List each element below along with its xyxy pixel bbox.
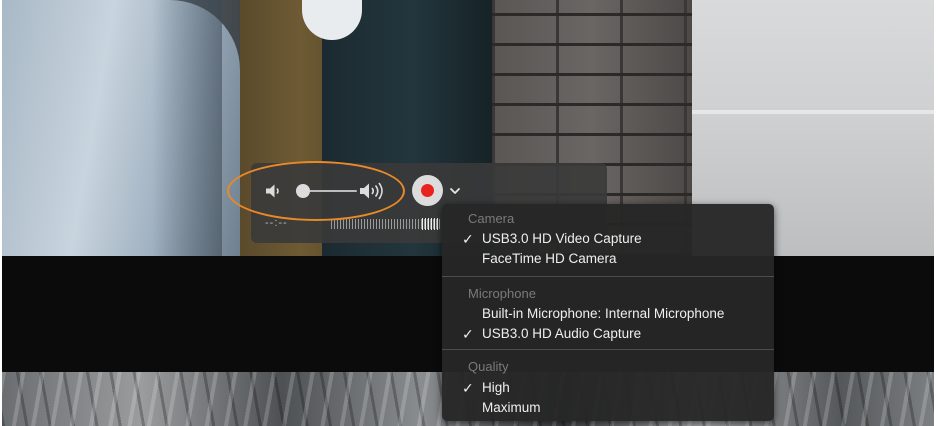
- menu-item-usb-video-capture[interactable]: ✓ USB3.0 HD Video Capture: [442, 229, 774, 249]
- menu-item-quality-high[interactable]: ✓ High: [442, 378, 774, 398]
- record-button[interactable]: [412, 175, 443, 206]
- recording-options-menu: Camera ✓ USB3.0 HD Video Capture FaceTim…: [442, 204, 774, 421]
- record-icon: [421, 184, 434, 197]
- menu-separator: [442, 349, 774, 350]
- menu-item-facetime-camera[interactable]: FaceTime HD Camera: [442, 249, 774, 269]
- quicktime-recording-window: --:-- Camera ✓ USB3.0 HD Video Capture F…: [0, 0, 938, 426]
- menu-item-label: Built-in Microphone: Internal Microphone: [482, 306, 725, 321]
- audio-level-peak: [422, 218, 438, 230]
- preview-coat-shadow: [152, 0, 222, 256]
- menu-separator: [442, 276, 774, 277]
- menu-item-builtin-microphone[interactable]: Built-in Microphone: Internal Microphone: [442, 304, 774, 324]
- menu-header-quality: Quality: [468, 359, 509, 374]
- menu-item-label: USB3.0 HD Audio Capture: [482, 326, 642, 341]
- menu-item-usb-audio-capture[interactable]: ✓ USB3.0 HD Audio Capture: [442, 324, 774, 344]
- menu-item-label: Maximum: [482, 400, 541, 415]
- preview-street-line: [692, 110, 934, 114]
- menu-header-camera: Camera: [468, 211, 515, 226]
- chevron-down-icon[interactable]: [449, 186, 461, 196]
- menu-header-microphone: Microphone: [468, 286, 536, 301]
- menu-item-label: High: [482, 380, 510, 395]
- annotation-highlight-ring: [227, 161, 405, 221]
- checkmark-icon: ✓: [462, 380, 474, 396]
- checkmark-icon: ✓: [462, 326, 474, 342]
- menu-item-label: USB3.0 HD Video Capture: [482, 231, 642, 246]
- checkmark-icon: ✓: [462, 231, 474, 247]
- menu-item-quality-maximum[interactable]: Maximum: [442, 398, 774, 418]
- menu-item-label: FaceTime HD Camera: [482, 251, 617, 266]
